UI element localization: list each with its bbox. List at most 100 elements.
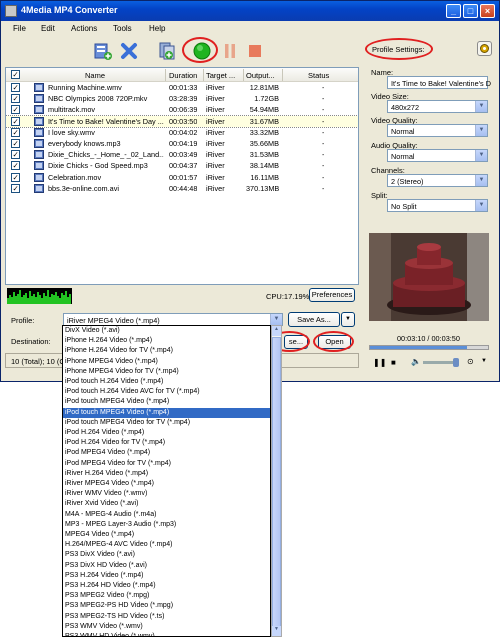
table-row[interactable]: ✓ Celebration.mov 00:01:57 iRiver 16.11MB -	[6, 172, 358, 183]
scroll-thumb[interactable]	[272, 337, 281, 627]
snapshot-icon[interactable]: ⊙	[467, 357, 474, 366]
profile-option[interactable]: iPod touch H.264 Video (*.mp4)	[63, 377, 270, 388]
profile-option[interactable]: iPod MPEG4 Video for TV (*.mp4)	[63, 459, 270, 470]
table-row[interactable]: ✓ multitrack.mov 00:06:39 iRiver 54.94MB -	[6, 104, 358, 115]
menu-edit[interactable]: Edit	[41, 24, 55, 33]
row-checkbox[interactable]: ✓	[11, 161, 20, 171]
file-list[interactable]: ✓ Name Duration Target ... Output... Sta…	[5, 67, 359, 285]
profile-option[interactable]: PS3 DivX Video (*.avi)	[63, 550, 270, 561]
stop-icon[interactable]	[245, 41, 265, 61]
row-checkbox[interactable]: ✓	[11, 139, 20, 148]
save-as-dropdown-icon[interactable]: ▼	[341, 312, 355, 327]
menu-file[interactable]: File	[13, 24, 26, 33]
header-status[interactable]: Status	[308, 71, 329, 80]
profile-option[interactable]: iPhone H.264 Video for TV (*.mp4)	[63, 346, 270, 357]
chevron-down-icon[interactable]: ▼	[481, 358, 487, 364]
chevron-down-icon[interactable]: ▼	[270, 314, 282, 325]
title-bar[interactable]: 4Media MP4 Converter _ □ ×	[1, 1, 499, 21]
profile-option[interactable]: iPod touch MPEG4 Video for TV (*.mp4)	[63, 418, 270, 429]
profile-option[interactable]: M4A - MPEG-4 Audio (*.m4a)	[63, 510, 270, 521]
chevron-down-icon[interactable]: ▼	[475, 200, 487, 211]
profile-option[interactable]: PS3 H.264 HD Video (*.mp4)	[63, 581, 270, 592]
row-checkbox[interactable]: ✓	[11, 116, 20, 126]
channels-select[interactable]: 2 (Stereo) ▼	[387, 174, 488, 187]
profile-option[interactable]: PS3 DivX HD Video (*.avi)	[63, 561, 270, 572]
profile-option[interactable]: iPhone H.264 Video (*.mp4)	[63, 336, 270, 347]
video-size-select[interactable]: 480x272 ▼	[387, 100, 488, 113]
profile-option[interactable]: DivX Video (*.avi)	[63, 326, 270, 337]
chevron-down-icon[interactable]: ▼	[475, 150, 487, 161]
chevron-down-icon[interactable]: ▼	[475, 175, 487, 186]
audio-quality-select[interactable]: Normal ▼	[387, 149, 488, 162]
table-row[interactable]: ✓ Dixie_Chicks_-_Home_-_02_Land... 00:03:4…	[6, 149, 358, 160]
header-output[interactable]: Output...	[246, 71, 275, 80]
table-row[interactable]: ✓ Running Machine.wmv 00:01:33 iRiver 12.81M…	[6, 82, 358, 93]
profile-dropdown-list[interactable]: DivX Video (*.avi) iPhone H.264 Video (*.…	[62, 325, 271, 637]
profile-option[interactable]: PS3 MPEG2 Video (*.mpg)	[63, 591, 270, 602]
volume-icon[interactable]: 🔈	[411, 357, 421, 366]
profile-option[interactable]: PS3 MPEG2-TS HD Video (*.ts)	[63, 612, 270, 623]
chevron-down-icon[interactable]: ▼	[475, 101, 487, 112]
pause-icon[interactable]: ❚❚	[373, 358, 386, 367]
table-row[interactable]: ✓ I love sky.wmv 00:04:02 iRiver 33.32MB -	[6, 127, 358, 138]
table-row[interactable]: ✓ Dixie Chicks - God Speed.mp3 00:04:37 iRi…	[6, 160, 358, 171]
profile-option[interactable]: PS3 WMV HD Video (*.wmv)	[63, 632, 270, 636]
scroll-down-icon[interactable]: ▼	[272, 626, 281, 636]
select-all-checkbox[interactable]: ✓	[11, 70, 20, 79]
profile-option[interactable]: iPod touch MPEG4 Video (*.mp4)	[63, 407, 270, 419]
menu-help[interactable]: Help	[149, 24, 165, 33]
header-name[interactable]: Name	[85, 71, 105, 80]
table-row[interactable]: ✓ everybody knows.mp3 00:04:19 iRiver 35.66M…	[6, 138, 358, 149]
pause-icon[interactable]	[220, 41, 240, 61]
seek-bar[interactable]	[369, 345, 489, 350]
video-quality-select[interactable]: Normal ▼	[387, 124, 488, 137]
profile-option[interactable]: MPEG4 Video (*.mp4)	[63, 530, 270, 541]
table-row[interactable]: ✓ NBC Olympics 2008 720P.mkv 03:28:39 iRive…	[6, 93, 358, 104]
preferences-button[interactable]: Preferences	[309, 288, 355, 302]
maximize-button[interactable]: □	[463, 4, 478, 18]
close-button[interactable]: ×	[480, 4, 495, 18]
profile-option[interactable]: iRiver MPEG4 Video (*.mp4)	[63, 479, 270, 490]
save-as-button[interactable]: Save As...	[288, 312, 340, 327]
profile-option[interactable]: iPod touch H.264 Video AVC for TV (*.mp4…	[63, 387, 270, 398]
add-output-format-icon[interactable]	[157, 41, 177, 61]
profile-option[interactable]: iPod H.264 Video for TV (*.mp4)	[63, 438, 270, 449]
profile-option[interactable]: PS3 H.264 Video (*.mp4)	[63, 571, 270, 582]
profile-option[interactable]: iRiver H.264 Video (*.mp4)	[63, 469, 270, 480]
profile-option[interactable]: iPod touch MPEG4 Video (*.mp4)	[63, 397, 270, 408]
dropdown-scrollbar[interactable]: ▲ ▼	[271, 325, 282, 637]
row-checkbox[interactable]: ✓	[11, 172, 20, 182]
table-row[interactable]: ✓ bbs.3e-online.com.avi 00:44:48 iRiver 370.…	[6, 183, 358, 194]
profile-option[interactable]: iPhone MPEG4 Video (*.mp4)	[63, 357, 270, 368]
profile-option[interactable]: H.264/MPEG-4 AVC Video (*.mp4)	[63, 540, 270, 551]
minimize-button[interactable]: _	[446, 4, 461, 18]
row-checkbox[interactable]: ✓	[11, 83, 20, 92]
row-checkbox[interactable]: ✓	[11, 150, 20, 160]
row-checkbox[interactable]: ✓	[11, 183, 20, 193]
profile-option[interactable]: iRiver WMV Video (*.wmv)	[63, 489, 270, 500]
volume-thumb[interactable]	[453, 358, 459, 367]
scroll-up-icon[interactable]: ▲	[272, 326, 281, 336]
stop-icon[interactable]: ■	[391, 358, 396, 367]
name-field[interactable]: It's Time to Bake! Valentine's D	[387, 76, 491, 89]
menu-tools[interactable]: Tools	[113, 24, 132, 33]
profile-option[interactable]: MP3 - MPEG Layer-3 Audio (*.mp3)	[63, 520, 270, 531]
table-row[interactable]: ✓ It's Time to Bake! Valentine's Day ... 0…	[6, 114, 358, 128]
profile-option[interactable]: PS3 WMV Video (*.wmv)	[63, 622, 270, 633]
row-checkbox[interactable]: ✓	[11, 105, 20, 115]
add-file-icon[interactable]	[93, 41, 113, 61]
chevron-down-icon[interactable]: ▼	[475, 125, 487, 136]
split-select[interactable]: No Split ▼	[387, 199, 488, 212]
profile-option[interactable]: iPod MPEG4 Video (*.mp4)	[63, 448, 270, 459]
remove-icon[interactable]	[119, 41, 139, 61]
header-duration[interactable]: Duration	[169, 71, 197, 80]
header-target[interactable]: Target ...	[206, 71, 235, 80]
menu-actions[interactable]: Actions	[71, 24, 97, 33]
profile-option[interactable]: iPhone MPEG4 Video for TV (*.mp4)	[63, 367, 270, 378]
profile-option[interactable]: iRiver Xvid Video (*.avi)	[63, 499, 270, 510]
row-checkbox[interactable]: ✓	[11, 94, 20, 104]
row-checkbox[interactable]: ✓	[11, 127, 20, 137]
profile-option[interactable]: iPod H.264 Video (*.mp4)	[63, 428, 270, 439]
profile-option[interactable]: PS3 MPEG2-PS HD Video (*.mpg)	[63, 601, 270, 612]
settings-gear-button[interactable]	[477, 41, 492, 56]
